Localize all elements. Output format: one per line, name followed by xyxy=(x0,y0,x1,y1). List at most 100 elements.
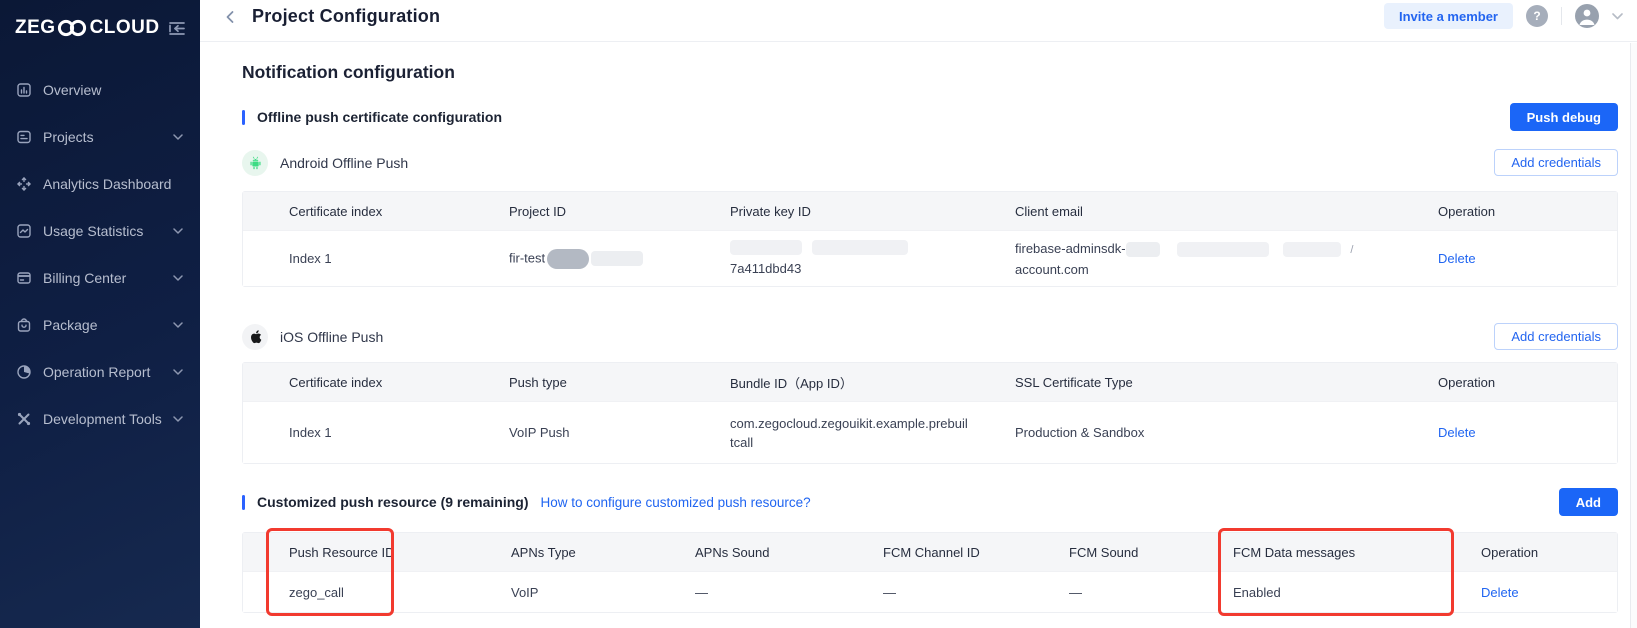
sidebar-item-overview[interactable]: Overview xyxy=(0,66,200,113)
table-row: zego_call VoIP — — — Enabled Delete xyxy=(243,571,1617,612)
col-header-operation: Operation xyxy=(1438,375,1617,390)
android-offline-push-label: Android Offline Push xyxy=(280,155,408,171)
cell-certificate-index: Index 1 xyxy=(243,251,509,266)
cell-bundle-id: com.zegocloud.zegouikit.example.prebuilt… xyxy=(730,414,968,452)
sidebar-item-package[interactable]: Package xyxy=(0,301,200,348)
account-chevron-down-icon[interactable] xyxy=(1612,7,1623,25)
android-offline-push-row: Android Offline Push Add credentials xyxy=(242,149,1618,176)
chevron-down-icon xyxy=(173,322,183,328)
col-header-fcm-sound: FCM Sound xyxy=(1069,545,1233,560)
ios-offline-push-row: iOS Offline Push Add credentials xyxy=(242,323,1618,350)
sidebar-item-analytics-dashboard[interactable]: Analytics Dashboard xyxy=(0,160,200,207)
col-header-apns-sound: APNs Sound xyxy=(695,545,883,560)
cell-project-id: fir-test xyxy=(509,249,730,269)
col-header-project-id: Project ID xyxy=(509,204,730,219)
sidebar-item-usage-statistics[interactable]: Usage Statistics xyxy=(0,207,200,254)
redaction-patch xyxy=(1283,242,1341,257)
col-header-push-type: Push type xyxy=(509,375,730,390)
delete-link[interactable]: Delete xyxy=(1438,425,1617,440)
redacted-slash: / xyxy=(1350,244,1353,256)
col-header-private-key-id: Private key ID xyxy=(730,204,1015,219)
col-header-certificate-index: Certificate index xyxy=(243,375,509,390)
logo-text-prefix: ZEG xyxy=(15,17,56,39)
col-header-bundle-id: Bundle ID（App ID） xyxy=(730,373,1015,392)
sidebar-item-label: Analytics Dashboard xyxy=(43,176,171,192)
col-header-client-email: Client email xyxy=(1015,204,1438,219)
chevron-down-icon xyxy=(173,275,183,281)
projects-icon xyxy=(15,128,32,145)
table-header-row: Push Resource ID APNs Type APNs Sound FC… xyxy=(243,533,1617,571)
add-button[interactable]: Add xyxy=(1559,488,1618,516)
cell-private-key-id: 7a411dbd43 xyxy=(730,240,1015,278)
redaction-patch xyxy=(1126,242,1160,257)
chevron-down-icon xyxy=(173,228,183,234)
table-row: Index 1 fir-test 7a411dbd43 firebase-adm… xyxy=(243,230,1617,286)
sidebar-item-billing-center[interactable]: Billing Center xyxy=(0,254,200,301)
col-header-ssl-certificate-type: SSL Certificate Type xyxy=(1015,375,1438,390)
chevron-down-icon xyxy=(173,416,183,422)
configure-help-link[interactable]: How to configure customized push resourc… xyxy=(541,495,811,510)
redaction-patch xyxy=(730,240,802,255)
scrollbar[interactable] xyxy=(1630,43,1637,628)
col-header-push-resource-id: Push Resource ID xyxy=(243,545,511,560)
android-push-table: Certificate index Project ID Private key… xyxy=(242,191,1618,287)
customized-push-table: Push Resource ID APNs Type APNs Sound FC… xyxy=(242,532,1618,613)
apple-icon xyxy=(242,324,268,350)
cell-fcm-sound: — xyxy=(1069,585,1233,600)
development-tools-icon xyxy=(15,410,32,427)
customized-push-table-wrap: Push Resource ID APNs Type APNs Sound FC… xyxy=(242,532,1618,613)
ios-push-table: Certificate index Push type Bundle ID（Ap… xyxy=(242,362,1618,464)
header-divider xyxy=(1561,7,1562,25)
sidebar-item-label: Overview xyxy=(43,82,101,98)
help-icon[interactable]: ? xyxy=(1526,5,1548,27)
col-header-fcm-data-messages: FCM Data messages xyxy=(1233,545,1481,560)
cell-fcm-channel-id: — xyxy=(883,585,1069,600)
redaction-patch xyxy=(1177,242,1269,257)
back-chevron-icon[interactable] xyxy=(223,9,237,25)
cell-client-email: firebase-adminsdk- / account.com xyxy=(1015,239,1438,279)
sidebar-nav: Overview Projects Analytics Dashboard xyxy=(0,56,200,442)
delete-link[interactable]: Delete xyxy=(1481,585,1617,600)
redaction-patch xyxy=(547,249,589,269)
sidebar-item-operation-report[interactable]: Operation Report xyxy=(0,348,200,395)
cell-apns-type: VoIP xyxy=(511,585,695,600)
col-header-apns-type: APNs Type xyxy=(511,545,695,560)
sidebar-item-label: Usage Statistics xyxy=(43,223,143,239)
redaction-patch xyxy=(812,240,908,255)
push-debug-button[interactable]: Push debug xyxy=(1510,103,1618,131)
android-add-credentials-button[interactable]: Add credentials xyxy=(1494,149,1618,176)
logo-text-suffix: CLOUD xyxy=(90,17,160,39)
sidebar-item-label: Development Tools xyxy=(43,411,162,427)
delete-link[interactable]: Delete xyxy=(1438,251,1617,266)
col-header-certificate-index: Certificate index xyxy=(243,204,509,219)
sidebar-logo-row: ZEG CLOUD xyxy=(0,0,200,56)
zegocloud-logo: ZEG CLOUD xyxy=(15,17,160,39)
table-header-row: Certificate index Push type Bundle ID（Ap… xyxy=(243,363,1617,401)
overview-icon xyxy=(15,81,32,98)
chevron-down-icon xyxy=(173,134,183,140)
cell-apns-sound: — xyxy=(695,585,883,600)
cell-push-type: VoIP Push xyxy=(509,425,730,440)
logo-double-o-icon xyxy=(57,19,89,37)
main-content: Notification configuration Offline push … xyxy=(242,43,1618,613)
section-title: Offline push certificate configuration xyxy=(257,109,502,125)
offline-push-section-header: Offline push certificate configuration P… xyxy=(242,103,1618,131)
customized-push-section-header: Customized push resource (9 remaining) H… xyxy=(242,488,1618,516)
sidebar-item-label: Package xyxy=(43,317,97,333)
table-row: Index 1 VoIP Push com.zegocloud.zegouiki… xyxy=(243,401,1617,463)
sidebar-item-projects[interactable]: Projects xyxy=(0,113,200,160)
page-title: Project Configuration xyxy=(252,6,440,27)
ios-add-credentials-button[interactable]: Add credentials xyxy=(1494,323,1618,350)
notification-configuration-title: Notification configuration xyxy=(242,62,1618,83)
cell-certificate-index: Index 1 xyxy=(243,425,509,440)
sidebar: ZEG CLOUD xyxy=(0,0,200,628)
sidebar-collapse-icon[interactable] xyxy=(168,21,186,36)
sidebar-item-label: Billing Center xyxy=(43,270,126,286)
section-title: Customized push resource (9 remaining) xyxy=(257,494,529,510)
sidebar-item-development-tools[interactable]: Development Tools xyxy=(0,395,200,442)
col-header-fcm-channel-id: FCM Channel ID xyxy=(883,545,1069,560)
user-avatar-icon[interactable] xyxy=(1575,4,1599,28)
chevron-down-icon xyxy=(173,369,183,375)
invite-member-button[interactable]: Invite a member xyxy=(1384,3,1513,29)
cell-push-resource-id: zego_call xyxy=(243,585,511,600)
